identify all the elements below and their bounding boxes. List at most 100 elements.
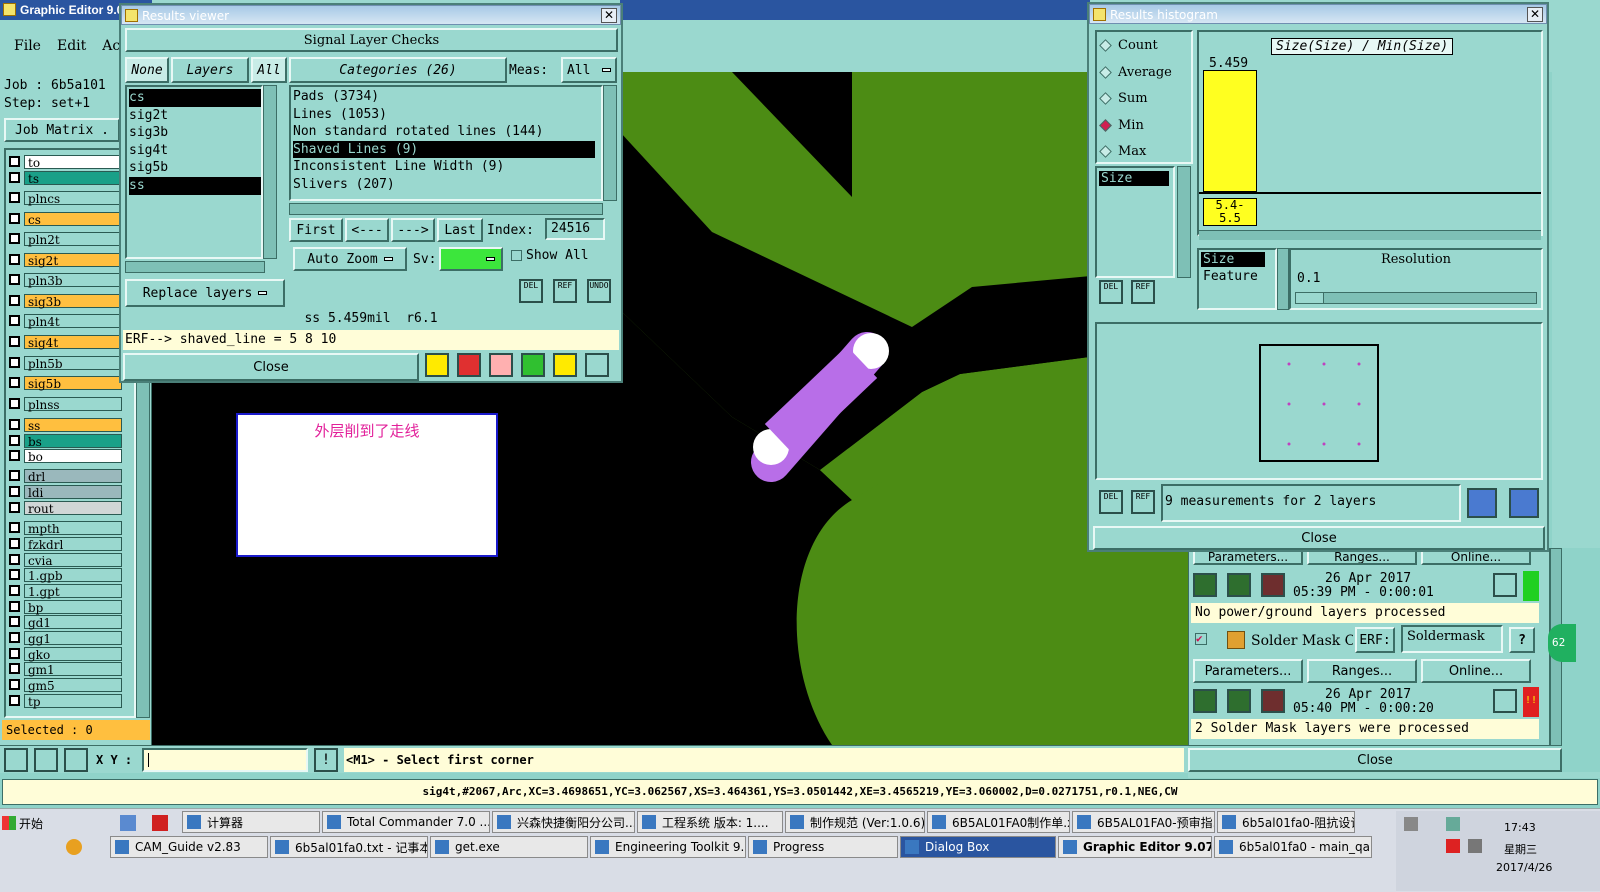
histogram-close-button[interactable]: Close (1093, 526, 1545, 550)
layer-row[interactable]: bs (6, 433, 122, 449)
layer-name[interactable]: 1.gpb (24, 567, 122, 583)
result-layer-item[interactable]: sig2t (129, 107, 259, 125)
taskbar-button[interactable]: 6B5AL01FA0制作单.x... (927, 811, 1070, 833)
volume-icon[interactable] (1468, 839, 1482, 853)
layer-row[interactable]: plnss (6, 396, 122, 412)
taskbar-button[interactable]: Total Commander 7.0 ... (322, 811, 490, 833)
close-icon[interactable]: ✕ (1527, 7, 1543, 22)
layer-row[interactable]: bp (6, 599, 122, 615)
layer-row[interactable]: pln4t (6, 313, 122, 329)
hist-ref-button[interactable]: REF (1131, 280, 1155, 304)
show-all-checkbox[interactable] (511, 250, 522, 261)
list-icon[interactable] (553, 353, 577, 377)
layer-row[interactable]: plncs (6, 190, 122, 206)
layer-row[interactable]: pln5b (6, 355, 122, 371)
layer-name[interactable]: pln5b (24, 355, 122, 371)
layer-checkbox[interactable] (9, 663, 20, 674)
radio-selected-icon[interactable] (1099, 118, 1112, 132)
layer-name[interactable]: pln3b (24, 272, 122, 288)
layer-name[interactable]: gg1 (24, 630, 122, 646)
layer-list-hscroll[interactable] (125, 261, 265, 273)
layer-checkbox[interactable] (9, 695, 20, 706)
progress-close-button[interactable]: Close (1188, 748, 1562, 772)
layer-checkbox[interactable] (9, 679, 20, 690)
layer-selection-list[interactable]: cs sig2t sig3b sig4t sig5b ss (125, 85, 263, 259)
histogram-field-list[interactable]: Size (1095, 166, 1175, 278)
step-icon[interactable] (1227, 573, 1251, 597)
layer-checkbox[interactable] (9, 554, 20, 565)
aggregate-option[interactable]: Sum (1099, 91, 1148, 106)
xy-input[interactable] (142, 748, 308, 772)
category-item[interactable]: Lines (1053) (293, 106, 599, 124)
layers-button[interactable]: Layers (171, 57, 249, 83)
taskbar-button[interactable]: Dialog Box (900, 836, 1056, 858)
layer-name[interactable]: sig5b (24, 375, 122, 391)
layer-row[interactable]: gm1 (6, 661, 122, 677)
taskbar-button[interactable]: 6b5al01fa0.txt - 记事本 (270, 836, 428, 858)
quicklaunch-icon-2[interactable] (66, 839, 82, 855)
clear-icon[interactable] (489, 353, 513, 377)
pan-icon[interactable] (4, 748, 28, 772)
layer-row[interactable]: cs (6, 211, 122, 227)
layer-row[interactable]: bo (6, 448, 122, 464)
group-by-list[interactable]: Size Feature (1197, 248, 1277, 310)
layer-name[interactable]: ldi (24, 484, 122, 500)
last-button[interactable]: Last (437, 218, 483, 242)
radio-icon[interactable] (1099, 145, 1112, 158)
taskbar-button[interactable]: Graphic Editor 9.07b2 ... (1058, 836, 1212, 858)
categories-header[interactable]: Categories (26) (289, 57, 507, 83)
undo-button[interactable]: UNDO (587, 279, 611, 303)
layer-name[interactable]: bp (24, 599, 122, 615)
taskbar-button[interactable]: 兴森快捷衡阳分公司... (492, 811, 635, 833)
replace-layers-select[interactable]: Replace layers (125, 279, 285, 307)
refresh-icon[interactable] (521, 353, 545, 377)
result-layer-item[interactable]: cs (129, 89, 261, 107)
layer-name[interactable]: gm1 (24, 661, 122, 677)
help-button[interactable]: ? (1509, 627, 1535, 653)
layer-name[interactable]: gko (24, 646, 122, 662)
stop-icon-2[interactable] (1261, 689, 1285, 713)
taskbar-button[interactable]: 计算器 (182, 811, 320, 833)
layer-name[interactable]: pln2t (24, 231, 122, 247)
group-by-feature[interactable]: Feature (1201, 269, 1273, 284)
taskbar-button[interactable]: 制作规范 (Ver:1.0.6) (785, 811, 925, 833)
erf-field[interactable]: Soldermask (1401, 625, 1503, 653)
network-icon[interactable] (1446, 817, 1460, 831)
layer-checkbox[interactable] (9, 569, 20, 580)
layer-checkbox[interactable] (9, 254, 20, 265)
menu-edit[interactable]: Edit (57, 38, 86, 54)
zoom-icon-2[interactable] (1493, 689, 1517, 713)
layer-checkbox[interactable] (9, 585, 20, 596)
layer-row[interactable]: tp (6, 693, 122, 709)
field-list-item[interactable]: Size (1099, 171, 1169, 186)
layer-row[interactable]: to (6, 154, 122, 170)
taskbar-button[interactable]: 6b5al01fa0-阻抗设计... (1217, 811, 1355, 833)
result-layer-item[interactable]: ss (129, 176, 261, 195)
layer-checkbox[interactable] (9, 192, 20, 203)
layer-list-vscroll[interactable] (263, 85, 277, 259)
layer-name[interactable]: pln4t (24, 313, 122, 329)
menu-file[interactable]: File (14, 38, 41, 54)
measure-icon[interactable] (34, 748, 58, 772)
layer-name[interactable]: 1.gpt (24, 583, 122, 599)
layer-checkbox[interactable] (9, 648, 20, 659)
run-icon-2[interactable] (1193, 689, 1217, 713)
layer-row[interactable]: drl (6, 468, 122, 484)
layer-checkbox[interactable] (9, 172, 20, 183)
layer-row[interactable]: sig4t (6, 334, 122, 350)
layer-checkbox[interactable] (9, 435, 20, 446)
auto-zoom-select[interactable]: Auto Zoom (293, 247, 407, 271)
zoom-icon[interactable] (1493, 573, 1517, 597)
layer-name[interactable]: rout (24, 500, 122, 516)
histogram-bar[interactable] (1203, 70, 1257, 192)
layer-name[interactable]: plncs (24, 190, 122, 206)
info-icon[interactable]: ! (314, 748, 338, 772)
aggregate-option[interactable]: Max (1099, 144, 1146, 159)
del-button[interactable]: DEL (519, 279, 543, 303)
solder-check-checkbox[interactable]: ✔ (1195, 633, 1207, 645)
layer-checkbox[interactable] (9, 398, 20, 409)
group-by-vscroll[interactable] (1277, 248, 1289, 310)
layer-name[interactable]: plnss (24, 396, 122, 412)
layer-checkbox[interactable] (9, 419, 20, 430)
parameters-button-2[interactable]: Parameters... (1193, 659, 1303, 683)
